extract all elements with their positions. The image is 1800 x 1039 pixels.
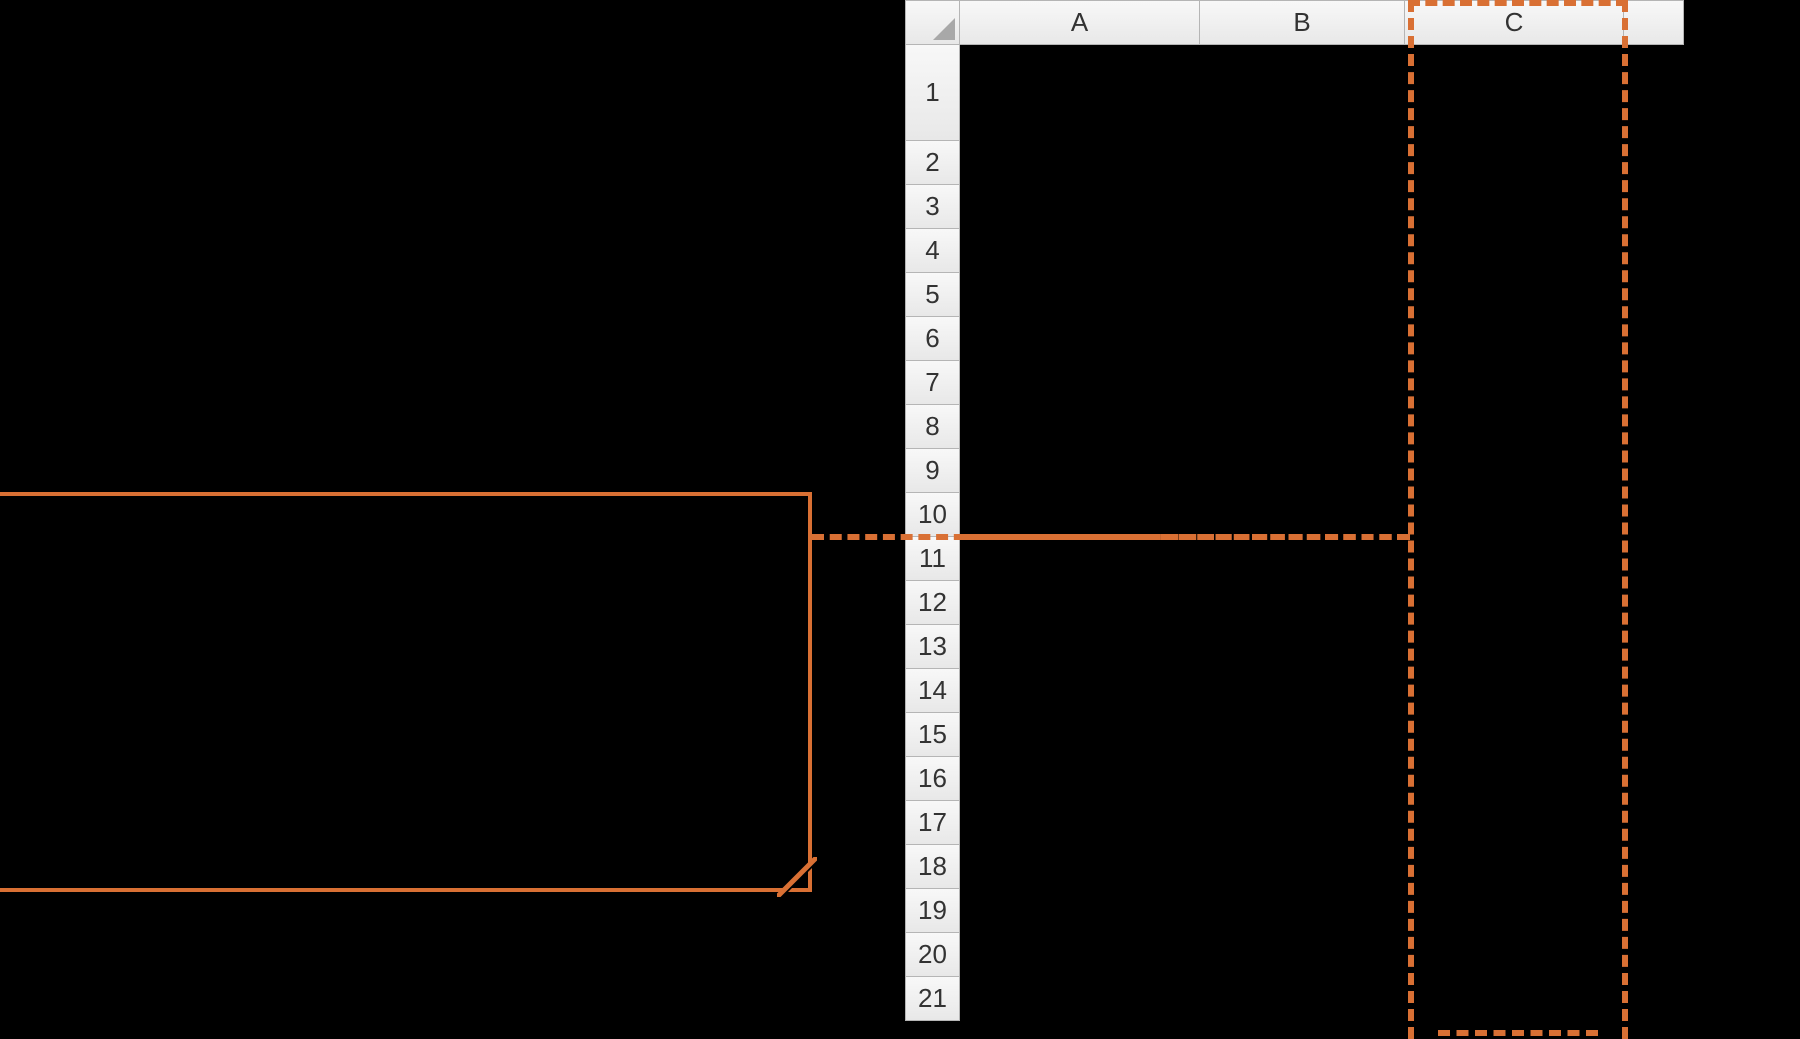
spreadsheet-fragment: A B C 1 2 3 4 5 6 7 8 9 10 11 12 13 14 1… (905, 0, 1800, 1039)
row-header-21[interactable]: 21 (905, 977, 960, 1021)
row-header-2[interactable]: 2 (905, 141, 960, 185)
select-all-corner[interactable] (905, 0, 960, 45)
row-headers-column: 1 2 3 4 5 6 7 8 9 10 11 12 13 14 15 16 1… (905, 45, 960, 1021)
row-header-18[interactable]: 18 (905, 845, 960, 889)
row-header-13[interactable]: 13 (905, 625, 960, 669)
row-header-1[interactable]: 1 (905, 45, 960, 141)
row-header-4[interactable]: 4 (905, 229, 960, 273)
row-header-16[interactable]: 16 (905, 757, 960, 801)
row-header-14[interactable]: 14 (905, 669, 960, 713)
row-header-12[interactable]: 12 (905, 581, 960, 625)
callout-box (0, 492, 812, 892)
column-header-partial[interactable] (1624, 0, 1684, 45)
row-header-10[interactable]: 10 (905, 493, 960, 537)
row-header-19[interactable]: 19 (905, 889, 960, 933)
row-header-8[interactable]: 8 (905, 405, 960, 449)
row-header-7[interactable]: 7 (905, 361, 960, 405)
row-header-5[interactable]: 5 (905, 273, 960, 317)
column-header-a[interactable]: A (960, 0, 1200, 45)
callout-notch (777, 857, 817, 897)
row-header-3[interactable]: 3 (905, 185, 960, 229)
row-header-9[interactable]: 9 (905, 449, 960, 493)
row-header-17[interactable]: 17 (905, 801, 960, 845)
diagram-canvas: A B C 1 2 3 4 5 6 7 8 9 10 11 12 13 14 1… (0, 0, 1800, 1039)
select-all-triangle-icon (933, 18, 955, 40)
row-header-15[interactable]: 15 (905, 713, 960, 757)
row-header-11[interactable]: 11 (905, 537, 960, 581)
column-header-b[interactable]: B (1200, 0, 1405, 45)
column-header-c[interactable]: C (1405, 0, 1624, 45)
row-header-6[interactable]: 6 (905, 317, 960, 361)
row-header-20[interactable]: 20 (905, 933, 960, 977)
column-headers-row: A B C (905, 0, 1684, 45)
